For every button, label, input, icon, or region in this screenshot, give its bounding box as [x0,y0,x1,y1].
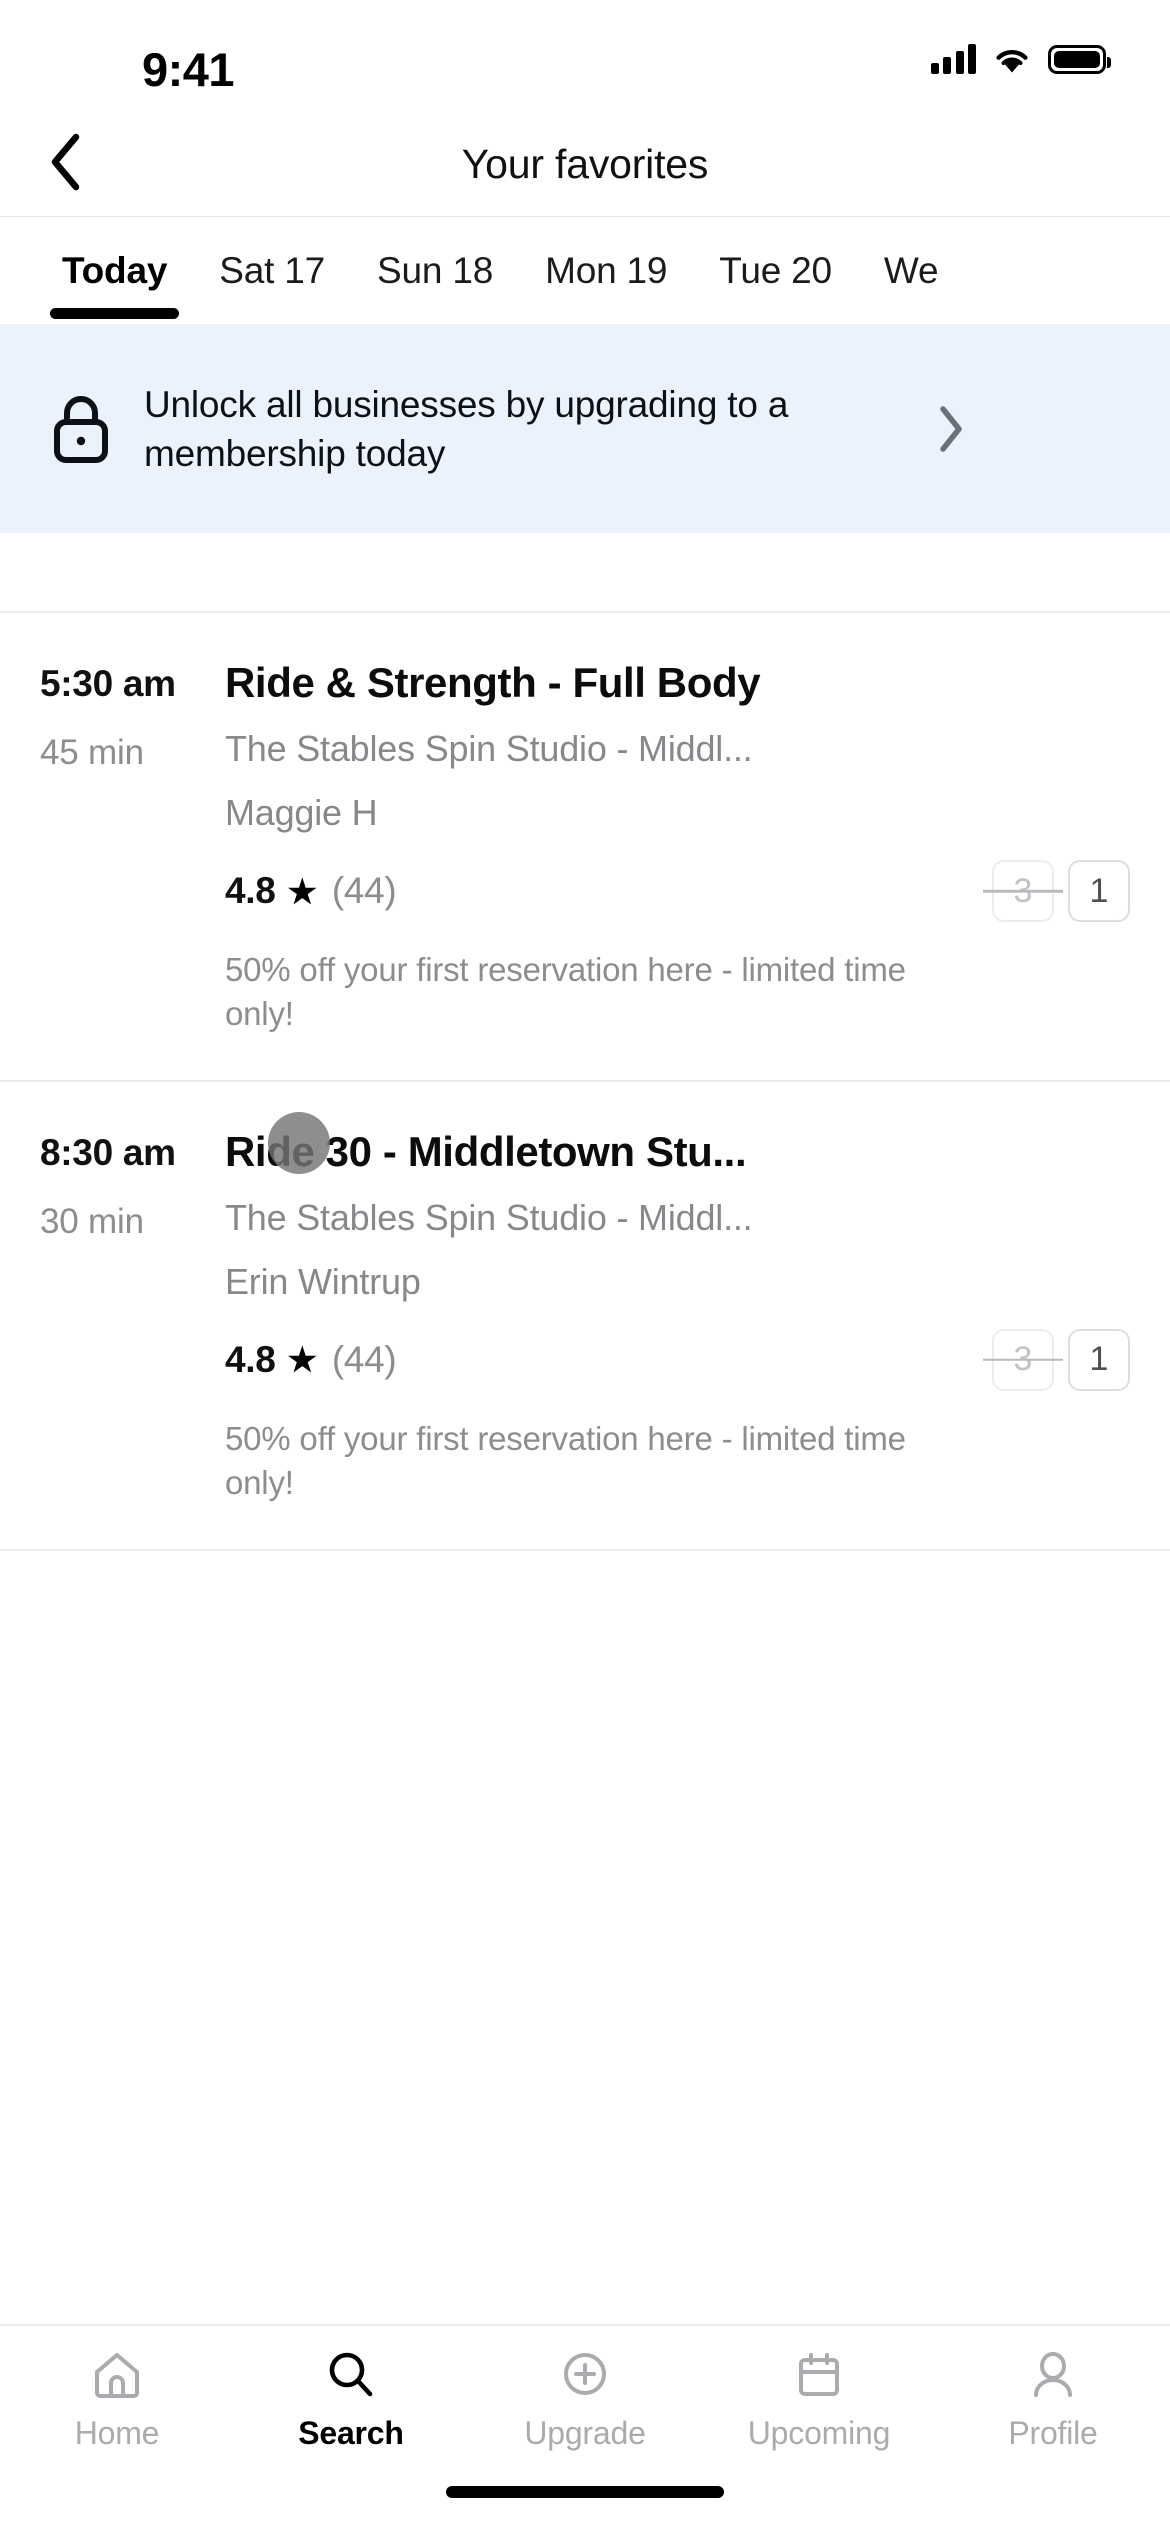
class-time-column: 5:30 am 45 min [40,659,186,1036]
tab-label-profile: Profile [1008,2415,1098,2451]
banner-message: Unlock all businesses by upgrading to a … [144,383,789,474]
date-tab-tue-20[interactable]: Tue 20 [693,217,858,324]
class-venue: The Stables Spin Studio - Middl... [225,728,753,770]
date-tab-today[interactable]: Today [36,217,193,324]
date-tabs-track: Today Sat 17 Sun 18 Mon 19 Tue 20 We [0,217,1170,324]
status-bar-indicators [930,44,1111,74]
class-instructor: Maggie H [225,792,378,834]
tab-profile[interactable]: Profile [936,2348,1170,2452]
class-list: 5:30 am 45 min Ride & Strength - Full Bo… [0,613,1170,2324]
date-tab-mon-19[interactable]: Mon 19 [519,217,693,324]
class-time-column: 8:30 am 30 min [40,1128,186,1505]
date-tab-sat-17[interactable]: Sat 17 [193,217,351,324]
cellular-signal-icon [930,44,976,74]
nav-header: Your favorites [0,112,1170,217]
class-list-item[interactable]: 8:30 am 30 min Ride 30 - Middletown Stu.… [0,1082,1170,1551]
phone-screen: 9:41 Your favorites Today Sat 17 Sun 18 … [0,0,1170,2532]
star-filled-icon: ★ [287,872,318,910]
lock-icon [44,392,118,466]
class-rating-row: 4.8 ★ (44) 3 1 [225,860,1130,923]
date-tab-wed-21[interactable]: We [858,217,964,324]
person-icon [1026,2348,1080,2402]
class-duration: 30 min [40,1201,144,1241]
tab-label-home: Home [74,2415,160,2451]
rating-value: 4.8 [225,870,276,912]
class-start-time: 5:30 am [40,663,176,704]
membership-upgrade-banner[interactable]: Unlock all businesses by upgrading to a … [0,325,1170,533]
credit-discounted-badge: 1 [1068,1328,1130,1391]
rating-group: 4.8 ★ (44) [225,870,397,912]
credit-original-badge: 3 [992,860,1054,923]
tab-home[interactable]: Home [0,2348,234,2452]
class-duration: 45 min [40,733,144,772]
class-detail-column: Ride & Strength - Full Body The Stables … [186,659,1130,1036]
class-start-time: 8:30 am [40,1131,176,1173]
class-promo-text: 50% off your first reservation here - li… [225,1419,906,1501]
tab-upcoming[interactable]: Upcoming [702,2348,936,2452]
tab-label-search: Search [298,2415,404,2451]
star-filled-icon: ★ [287,1341,318,1379]
tab-label-upgrade: Upgrade [524,2415,646,2451]
calendar-icon [792,2348,846,2402]
battery-full-icon [1048,44,1111,74]
class-instructor: Erin Wintrup [225,1260,421,1302]
rating-group: 4.8 ★ (44) [225,1338,397,1381]
search-icon [324,2348,378,2402]
credit-badges: 3 1 [992,860,1130,923]
home-indicator[interactable] [446,2486,724,2498]
rating-value: 4.8 [225,1338,276,1380]
class-detail-column: Ride 30 - Middletown Stu... The Stables … [186,1128,1130,1505]
page-title: Your favorites [461,141,709,187]
home-icon [90,2348,144,2402]
bottom-tab-bar: Home Search Upgrade Upcoming Profile [0,2324,1170,2472]
chevron-right-icon [904,405,964,453]
class-promo-text: 50% off your first reservation here - li… [225,951,906,1032]
plus-circle-icon [558,2348,612,2402]
credit-badges: 3 1 [992,1328,1130,1391]
class-title: Ride 30 - Middletown Stu... [225,1127,747,1175]
tab-search[interactable]: Search [234,2348,468,2452]
class-venue: The Stables Spin Studio - Middl... [225,1196,753,1238]
credit-discounted-badge: 1 [1068,860,1130,923]
date-tabs[interactable]: Today Sat 17 Sun 18 Mon 19 Tue 20 We [0,217,1170,325]
date-tab-sun-18[interactable]: Sun 18 [351,217,519,324]
wifi-icon [993,45,1031,74]
status-bar-time: 9:41 [142,43,235,96]
home-indicator-area [0,2472,1170,2532]
class-list-item[interactable]: 5:30 am 45 min Ride & Strength - Full Bo… [0,613,1170,1082]
class-rating-row: 4.8 ★ (44) 3 1 [225,1328,1130,1391]
tab-upgrade[interactable]: Upgrade [468,2348,702,2452]
credit-original-badge: 3 [992,1328,1054,1391]
review-count: (44) [331,870,397,912]
tab-label-upcoming: Upcoming [747,2415,891,2451]
section-gap [0,533,1170,613]
class-title: Ride & Strength - Full Body [225,659,761,706]
review-count: (44) [331,1338,397,1380]
status-bar: 9:41 [0,0,1170,112]
